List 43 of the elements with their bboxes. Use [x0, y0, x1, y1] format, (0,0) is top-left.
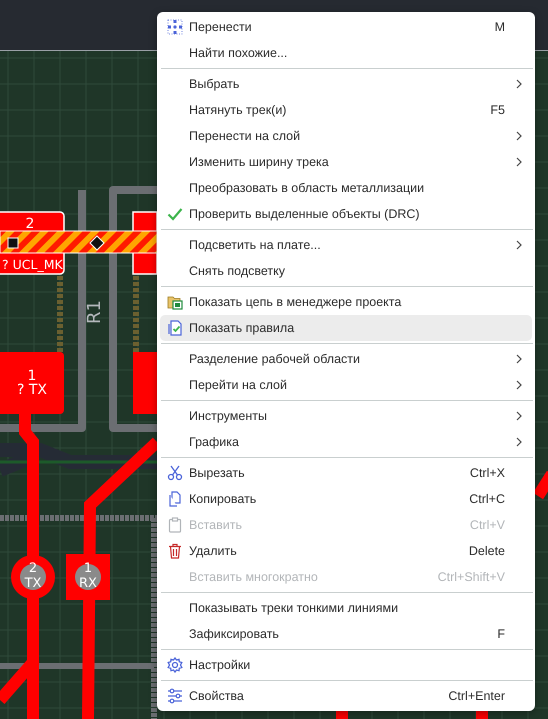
- pad-label: ? TX: [16, 382, 48, 398]
- menu-item-label: Инструменты: [189, 409, 268, 423]
- menu-item-label: Перенести: [189, 20, 253, 34]
- shortcut-label: Ctrl+Shift+V: [438, 570, 505, 584]
- menu-item-label: Свойства: [189, 689, 245, 703]
- menu-item-label: Перейти на слой: [189, 378, 288, 392]
- pad-label: 2: [26, 216, 34, 232]
- menu-item-label: Натянуть трек(и): [189, 103, 288, 117]
- menu-item-label: Преобразовать в область металлизации: [189, 181, 426, 195]
- menu-item-label: Вставить: [189, 518, 243, 532]
- menu-item-label: Проверить выделенные объекты (DRC): [189, 207, 421, 221]
- pad-label: 1: [28, 368, 36, 384]
- menu-item-label: Зафиксировать: [189, 627, 280, 641]
- menu-item-label: Настройки: [189, 658, 252, 672]
- via-label: 2: [28, 561, 38, 576]
- menu-item-label: Показать цепь в менеджере проекта: [189, 295, 402, 309]
- menu-item-label: Удалить: [189, 544, 238, 558]
- via-label: TX: [24, 576, 42, 591]
- menu-item-label: Разделение рабочей области: [189, 352, 361, 366]
- shortcut-label: Ctrl+Enter: [448, 689, 505, 703]
- shortcut-label: Ctrl+C: [469, 492, 505, 506]
- menu-item-label: Вставить многократно: [189, 570, 319, 584]
- shortcut-label: Ctrl+X: [470, 466, 505, 480]
- menu-item-label: Найти похожие...: [189, 46, 288, 60]
- menu-item-label: Копировать: [189, 492, 258, 506]
- menu-item-label: Вырезать: [189, 466, 246, 480]
- menu-item-label: Подсветить на плате...: [189, 238, 322, 252]
- menu-item-label: Показывать треки тонкими линиями: [189, 601, 400, 615]
- menu-item-label: Снять подсветку: [189, 264, 286, 278]
- menu-item-label: Изменить ширину трека: [189, 155, 330, 169]
- shortcut-label: M: [494, 20, 505, 34]
- pad-label: ? UCL_MK: [2, 257, 63, 272]
- via-label: RX: [79, 576, 97, 591]
- menu-item-label: Показать правила: [189, 321, 296, 335]
- menu-item-label: Графика: [189, 435, 240, 449]
- designator-label: R1: [84, 300, 105, 324]
- menu-item-label: Перенести на слой: [189, 129, 302, 143]
- shortcut-label: F: [497, 627, 505, 641]
- shortcut-label: Delete: [468, 544, 505, 558]
- menu-item-label: Выбрать: [189, 77, 240, 91]
- shortcut-label: Ctrl+V: [470, 518, 505, 532]
- shortcut-label: F5: [490, 103, 505, 117]
- via-label: 1: [84, 561, 92, 576]
